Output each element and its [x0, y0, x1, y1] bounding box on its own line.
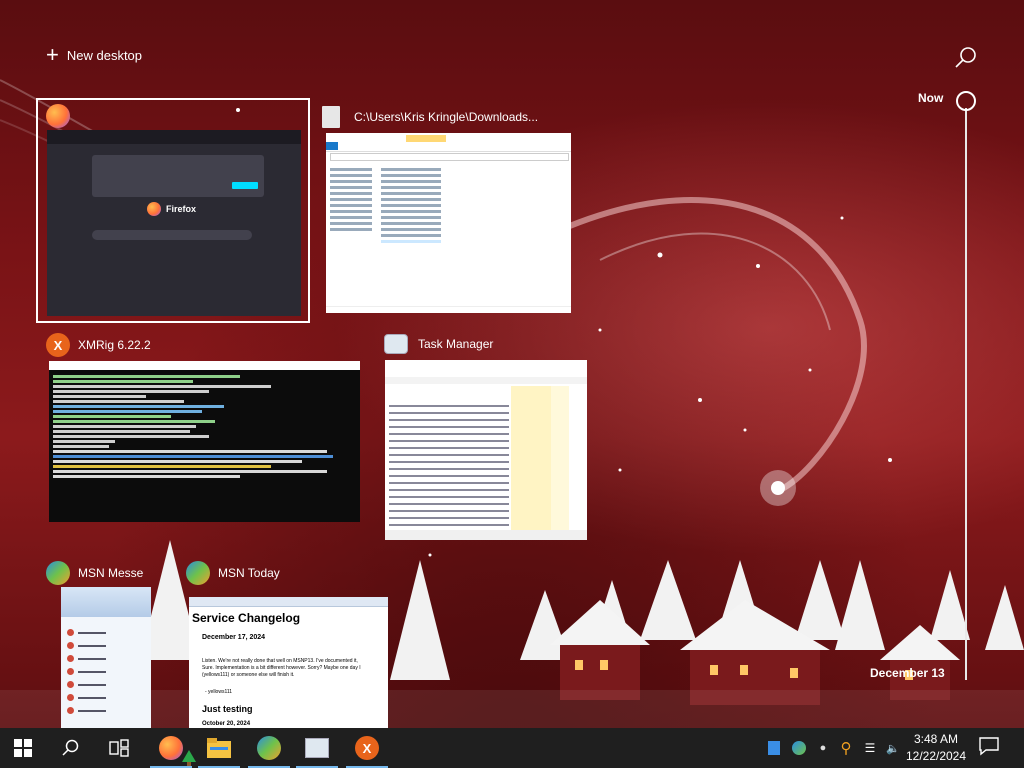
new-desktop-button[interactable]: + New desktop [46, 42, 143, 67]
msn-today-window-title-text: MSN Today [218, 566, 280, 580]
timeline-now-marker[interactable] [956, 91, 976, 111]
msn-today-window-title[interactable]: MSN Today [186, 561, 280, 585]
firefox-card-button [232, 182, 258, 189]
file-tab [326, 142, 338, 150]
start-button[interactable] [0, 728, 46, 768]
timeline-track [965, 108, 967, 680]
volume-muted-icon[interactable]: 🔈 [885, 740, 901, 756]
folder-icon [322, 106, 340, 128]
explorer-sidebar [330, 165, 372, 285]
ribbon-highlight [406, 135, 446, 142]
explorer-status-bar [326, 306, 571, 313]
task-manager-cpu-column [511, 386, 551, 536]
explorer-window-thumbnail[interactable] [326, 133, 571, 313]
battery-icon[interactable] [766, 740, 782, 756]
taskbar-file-explorer[interactable] [196, 728, 242, 768]
explorer-address-bar [330, 153, 569, 161]
taskbar-firefox[interactable] [148, 728, 196, 768]
changelog-entry-date: December 17, 2024 [202, 634, 266, 641]
msn-messenger-icon [186, 561, 210, 585]
firefox-brand-label: Firefox [166, 204, 197, 214]
wifi-icon[interactable]: ☰ [862, 740, 878, 756]
christmas-tree-icon [182, 750, 196, 766]
xmrig-window-title-text: XMRig 6.22.2 [78, 338, 151, 352]
search-icon[interactable] [954, 46, 978, 70]
firefox-window-thumbnail[interactable]: Firefox [47, 130, 301, 316]
taskbar: X ● ⚲ ☰ 🔈 3:48 AM 12/22/2024 [0, 728, 1024, 768]
search-tool-icon[interactable]: ⚲ [838, 740, 854, 757]
task-manager-memory-column [551, 386, 569, 536]
firefox-window-title[interactable] [46, 104, 70, 128]
changelog-entry-title: Just testing [202, 704, 253, 714]
firefox-notification-card [92, 155, 264, 197]
search-icon [62, 739, 79, 756]
plus-icon: + [46, 42, 59, 67]
xmrig-icon: X [355, 736, 379, 760]
changelog-entry-code: - yellows111 [205, 689, 233, 695]
task-manager-footer [385, 530, 587, 540]
firefox-icon [159, 736, 183, 760]
firefox-tab-bar [47, 130, 301, 144]
task-manager-tabs [385, 377, 587, 384]
task-manager-window-title[interactable]: Task Manager [384, 334, 493, 354]
msn-tray-icon[interactable] [791, 740, 807, 756]
taskbar-search-button[interactable] [48, 728, 94, 768]
firefox-icon [147, 202, 161, 216]
system-clock[interactable]: 3:48 AM 12/22/2024 [905, 731, 967, 765]
new-desktop-label: New desktop [66, 47, 143, 63]
notification-icon[interactable] [978, 736, 1004, 760]
msn-messenger-window-title[interactable]: MSN Messe [46, 561, 143, 585]
task-view-button[interactable] [96, 728, 142, 768]
msn-messenger-window-title-text: MSN Messe [78, 566, 144, 580]
taskbar-xmrig[interactable]: X [344, 728, 390, 768]
drop-icon[interactable]: ● [815, 740, 831, 756]
msn-messenger-icon [257, 736, 281, 760]
explorer-ribbon [326, 133, 571, 152]
task-manager-icon [384, 334, 408, 354]
msn-messenger-icon [46, 561, 70, 585]
windows-start-icon [14, 739, 32, 757]
timeline-date-label: December 13 [870, 666, 945, 680]
xmrig-icon: X [46, 333, 70, 357]
task-view-icon [109, 739, 129, 757]
taskbar-msn-messenger[interactable] [246, 728, 292, 768]
xmrig-console-output [49, 373, 360, 480]
changelog-entry-text: Listen. We're not really done that well … [202, 658, 361, 678]
task-manager-process-list [389, 400, 509, 531]
msn-messenger-header [61, 587, 151, 617]
firefox-logo: Firefox [147, 202, 196, 216]
explorer-window-title[interactable]: C:\Users\Kris Kringle\Downloads... [322, 106, 538, 128]
clock-date: 12/22/2024 [905, 749, 967, 763]
timeline-now-label: Now [918, 91, 944, 105]
msn-today-titlebar [189, 597, 388, 607]
msn-today-window-thumbnail[interactable]: Service Changelog December 17, 2024 List… [189, 597, 388, 728]
firefox-icon [46, 104, 70, 128]
msn-contact-list [67, 623, 147, 720]
task-manager-window-thumbnail[interactable] [385, 360, 587, 540]
explorer-window-title-text: C:\Users\Kris Kringle\Downloads... [354, 110, 539, 124]
xmrig-titlebar [49, 361, 360, 370]
firefox-search-bar [92, 230, 252, 240]
xmrig-window-title[interactable]: X XMRig 6.22.2 [46, 333, 151, 357]
task-manager-icon [305, 738, 329, 758]
task-manager-window-title-text: Task Manager [418, 337, 494, 351]
clock-time: 3:48 AM [913, 732, 959, 746]
explorer-file-list [381, 165, 441, 246]
changelog-entry-date-2: October 20, 2024 [202, 721, 251, 727]
changelog-heading: Service Changelog [192, 611, 301, 625]
file-explorer-icon [207, 738, 231, 758]
msn-messenger-window-thumbnail[interactable] [61, 587, 151, 728]
xmrig-window-thumbnail[interactable] [49, 361, 360, 522]
taskbar-task-manager[interactable] [294, 728, 340, 768]
